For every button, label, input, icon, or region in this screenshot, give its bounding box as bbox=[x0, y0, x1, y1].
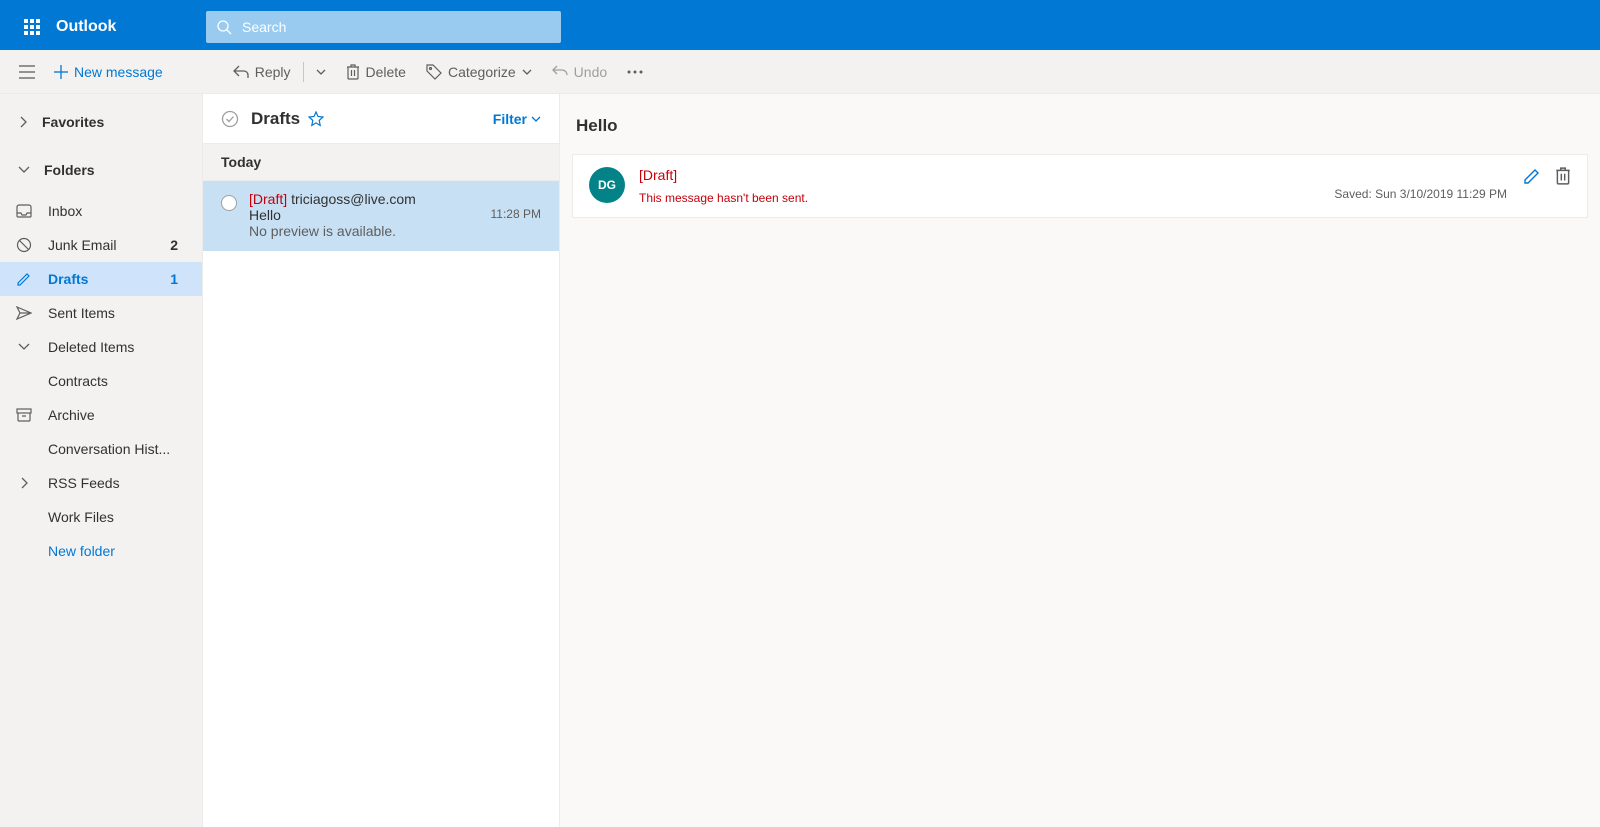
folder-item-archive[interactable]: Archive bbox=[0, 398, 202, 432]
folder-item-deleted-items[interactable]: Deleted Items bbox=[0, 330, 202, 364]
reading-not-sent: This message hasn't been sent. bbox=[639, 191, 1320, 205]
drafts-icon bbox=[14, 271, 34, 287]
favorites-section[interactable]: Favorites bbox=[0, 104, 202, 140]
folder-item-work-files[interactable]: Work Files bbox=[0, 500, 202, 534]
categorize-button[interactable]: Categorize bbox=[416, 50, 542, 94]
filter-label: Filter bbox=[493, 111, 527, 127]
delete-button[interactable]: Delete bbox=[336, 50, 416, 94]
reading-pane: Hello DG [Draft] This message hasn't bee… bbox=[560, 94, 1600, 827]
waffle-icon bbox=[24, 19, 40, 35]
reply-button[interactable]: Reply bbox=[223, 50, 301, 94]
header-bar: Outlook bbox=[0, 3, 1600, 50]
folder-label: Deleted Items bbox=[48, 339, 202, 355]
nav-toggle-button[interactable] bbox=[10, 50, 44, 94]
chevron-down-icon bbox=[316, 69, 326, 75]
folder-item-contracts[interactable]: Contracts bbox=[0, 364, 202, 398]
edit-draft-button[interactable] bbox=[1523, 167, 1541, 185]
folder-label: Work Files bbox=[48, 509, 202, 525]
message-list-pane: Drafts Filter Today [Draft] triciagoss@l… bbox=[203, 94, 560, 827]
folder-count: 2 bbox=[170, 237, 202, 253]
reading-subject: Hello bbox=[572, 110, 1588, 154]
folder-item-sent-items[interactable]: Sent Items bbox=[0, 296, 202, 330]
filter-button[interactable]: Filter bbox=[493, 111, 541, 127]
plus-icon bbox=[54, 65, 68, 79]
reply-menu-button[interactable] bbox=[306, 50, 336, 94]
draft-label: [Draft] bbox=[249, 191, 287, 207]
folder-item-conversation-hist-[interactable]: Conversation Hist... bbox=[0, 432, 202, 466]
folder-label: Contracts bbox=[48, 373, 202, 389]
chevron-down-icon bbox=[522, 69, 532, 75]
divider bbox=[303, 62, 304, 82]
reading-saved-time: Saved: Sun 3/10/2019 11:29 PM bbox=[1334, 187, 1507, 201]
sent-icon bbox=[14, 306, 34, 320]
brand-title: Outlook bbox=[56, 18, 206, 36]
chevron-down-icon bbox=[18, 166, 30, 174]
chevron-right-icon bbox=[18, 116, 28, 128]
message-time: 11:28 PM bbox=[491, 207, 541, 223]
pencil-icon bbox=[1523, 167, 1541, 185]
hamburger-icon bbox=[19, 65, 35, 79]
folder-label: RSS Feeds bbox=[48, 475, 202, 491]
discard-draft-button[interactable] bbox=[1555, 167, 1571, 185]
tag-icon bbox=[426, 64, 442, 80]
delete-label: Delete bbox=[366, 64, 406, 80]
more-button[interactable] bbox=[617, 50, 653, 94]
rss-icon bbox=[14, 477, 34, 489]
reply-label: Reply bbox=[255, 64, 291, 80]
folder-label: Sent Items bbox=[48, 305, 202, 321]
search-input[interactable] bbox=[232, 19, 551, 35]
new-folder-label: New folder bbox=[48, 543, 202, 559]
inbox-icon bbox=[14, 204, 34, 218]
reading-draft-label: [Draft] bbox=[639, 167, 1320, 183]
more-icon bbox=[627, 70, 643, 74]
app-launcher-button[interactable] bbox=[8, 3, 56, 50]
message-subject: Hello bbox=[249, 207, 281, 223]
folder-pane: Favorites Folders Inbox Junk Email 2 Drafts… bbox=[0, 94, 203, 827]
folder-item-inbox[interactable]: Inbox bbox=[0, 194, 202, 228]
trash-icon bbox=[346, 64, 360, 80]
message-item[interactable]: [Draft] triciagoss@live.com Hello 11:28 … bbox=[203, 181, 559, 251]
categorize-label: Categorize bbox=[448, 64, 516, 80]
favorites-label: Favorites bbox=[42, 114, 104, 130]
message-recipient: triciagoss@live.com bbox=[291, 191, 416, 207]
circle-check-icon bbox=[221, 110, 239, 128]
new-folder-button[interactable]: New folder bbox=[0, 534, 202, 568]
folder-title: Drafts bbox=[251, 109, 300, 129]
folders-label: Folders bbox=[44, 162, 95, 178]
deleted-icon bbox=[14, 343, 34, 351]
undo-label: Undo bbox=[574, 64, 607, 80]
search-box[interactable] bbox=[206, 11, 561, 43]
select-all-checkbox[interactable] bbox=[221, 110, 239, 128]
message-preview: No preview is available. bbox=[249, 223, 541, 239]
command-bar: New message Reply Delete Categorize Undo bbox=[0, 50, 1600, 94]
folder-count: 1 bbox=[170, 271, 202, 287]
new-message-label: New message bbox=[74, 64, 163, 80]
reading-card: DG [Draft] This message hasn't been sent… bbox=[572, 154, 1588, 218]
folder-label: Inbox bbox=[48, 203, 202, 219]
folders-section[interactable]: Folders bbox=[0, 152, 202, 188]
undo-icon bbox=[552, 65, 568, 79]
message-list-header: Drafts Filter bbox=[203, 94, 559, 144]
search-icon bbox=[216, 19, 232, 35]
folder-item-junk-email[interactable]: Junk Email 2 bbox=[0, 228, 202, 262]
folder-label: Conversation Hist... bbox=[48, 441, 202, 457]
folder-item-rss-feeds[interactable]: RSS Feeds bbox=[0, 466, 202, 500]
folder-label: Junk Email bbox=[48, 237, 156, 253]
folder-label: Archive bbox=[48, 407, 202, 423]
date-group-header: Today bbox=[203, 144, 559, 181]
new-message-button[interactable]: New message bbox=[44, 50, 173, 94]
star-icon bbox=[308, 111, 324, 127]
trash-icon bbox=[1555, 167, 1571, 185]
folder-label: Drafts bbox=[48, 271, 156, 287]
folder-item-drafts[interactable]: Drafts 1 bbox=[0, 262, 202, 296]
undo-button[interactable]: Undo bbox=[542, 50, 617, 94]
junk-icon bbox=[14, 237, 34, 253]
avatar: DG bbox=[589, 167, 625, 203]
favorite-star-button[interactable] bbox=[308, 111, 324, 127]
archive-icon bbox=[14, 408, 34, 422]
reply-icon bbox=[233, 65, 249, 79]
select-message-checkbox[interactable] bbox=[221, 195, 237, 211]
chevron-down-icon bbox=[531, 116, 541, 122]
